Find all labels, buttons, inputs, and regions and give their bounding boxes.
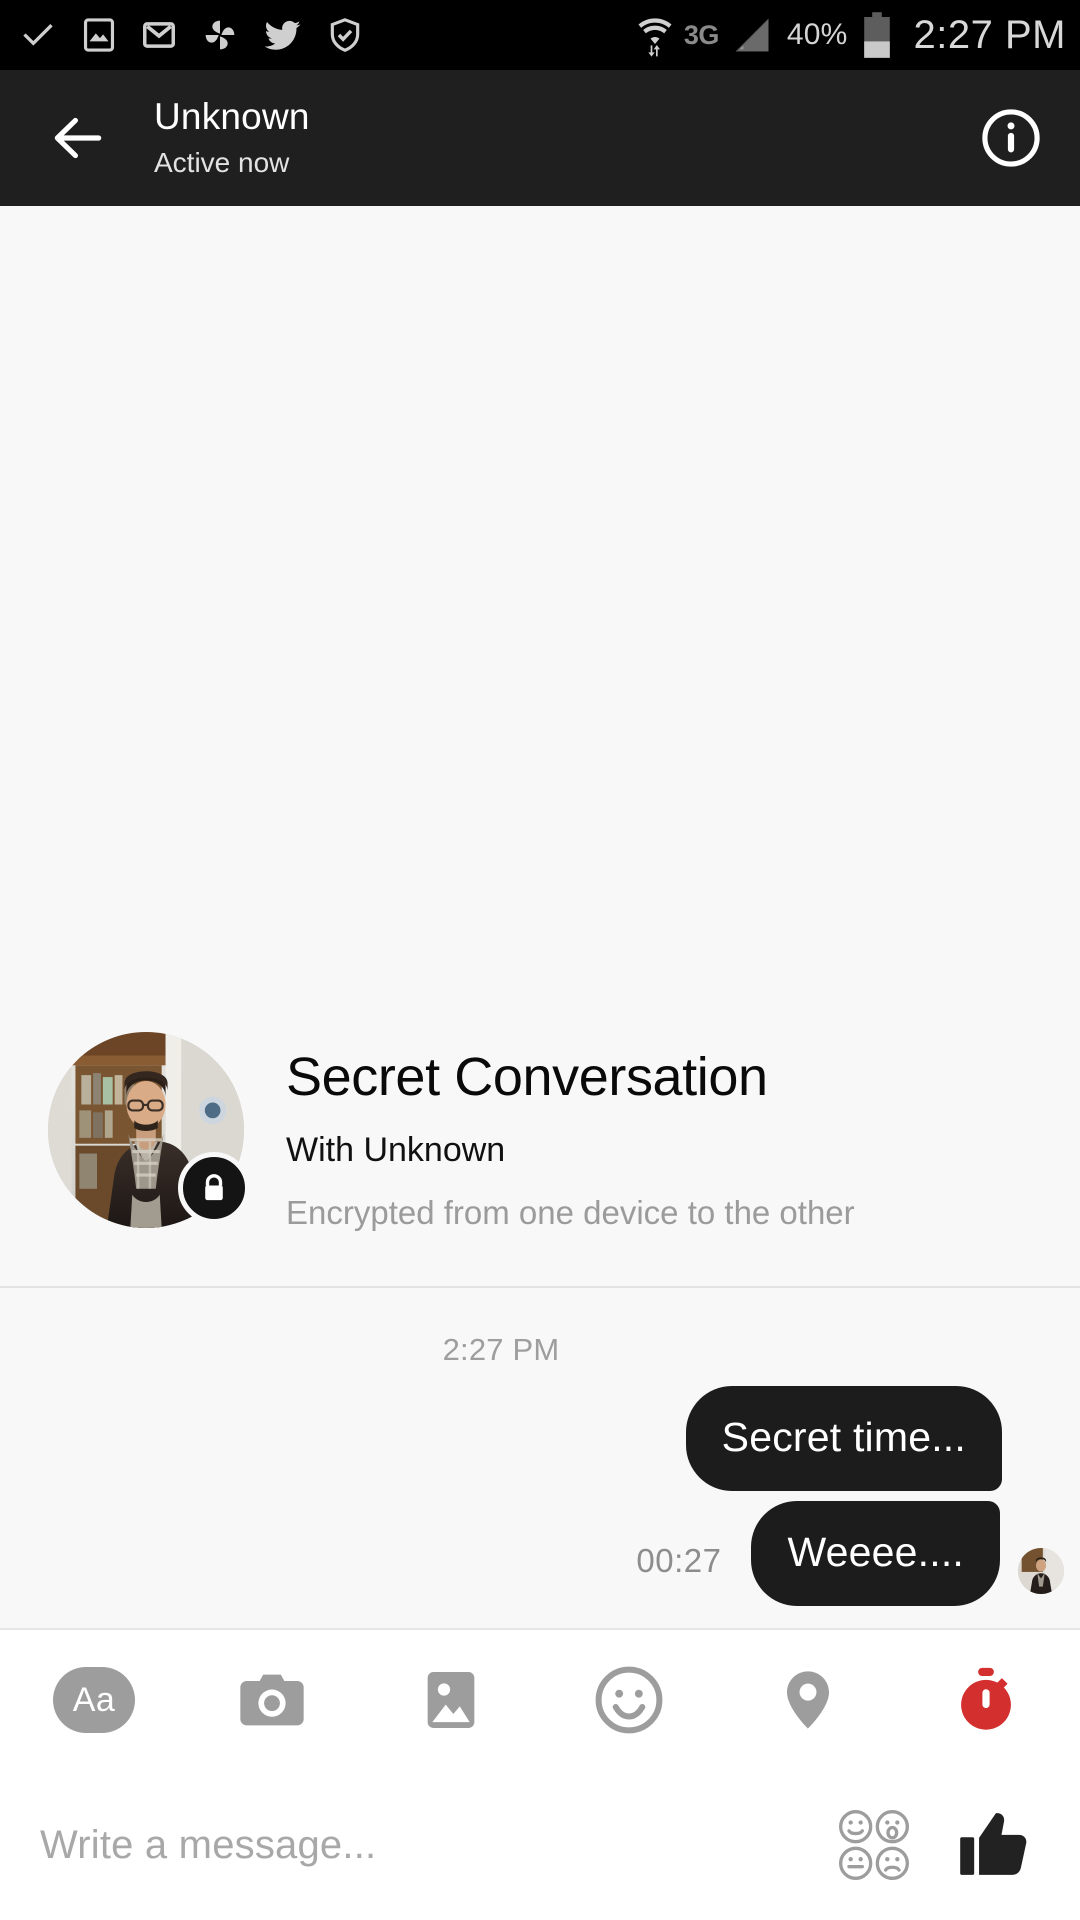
thread-top-spacer [0,206,1080,1026]
composer-input-row: Write a message... [0,1770,1080,1920]
message-row: 00:27 Weeee.... [0,1500,1080,1606]
battery-percent-label: 40% [786,18,848,51]
message-input[interactable]: Write a message... [40,1823,828,1868]
twitter-icon [264,20,301,50]
intro-title: Secret Conversation [286,1046,768,1107]
disappear-countdown: 00:27 [636,1542,722,1579]
presence-status: Active now [154,147,290,179]
gmail-icon [143,22,175,48]
emoji-button[interactable] [581,1652,677,1748]
avatar-with-lock [48,1031,250,1228]
message-timestamp: 2:27 PM [442,1331,560,1367]
clock-label: 2:27 PM [913,13,1066,57]
wifi-icon [638,18,672,57]
stopwatch-icon [961,1667,1011,1730]
network-type-label: 3G [683,19,720,50]
message-bubble[interactable]: Weeee.... [751,1500,1000,1606]
conversation-thread[interactable]: Secret Conversation With Unknown Encrypt… [0,206,1080,1628]
message-bubble[interactable]: Secret time... [685,1385,1002,1491]
battery-icon [863,12,890,58]
messenger-secret-conversation-screen: 3G 40% 2:27 PM Unknown Active now Secret… [0,0,1080,1920]
status-bar-system-icons: 3G 40% 2:27 PM [635,11,1066,59]
status-bar: 3G 40% 2:27 PM [0,0,1080,70]
thumbs-up-icon [960,1813,1027,1875]
conversation-header: Unknown Active now [0,70,1080,206]
back-button[interactable] [40,100,116,176]
location-pin-icon [786,1671,829,1729]
composer-toolbar: Aa [0,1630,1080,1770]
back-arrow-icon [54,117,102,159]
image-icon [427,1672,475,1728]
intro-text-block: Secret Conversation With Unknown Encrypt… [286,1026,1040,1234]
message-list: 2:27 PM Secret time... 00:27 Weeee.... [0,1287,1080,1628]
aa-icon: Aa [53,1667,135,1733]
page-title: Unknown [154,95,310,137]
check-icon [23,24,53,46]
status-bar-notification-icons [18,14,364,56]
signal-icon [735,18,769,52]
sticker-button[interactable] [828,1799,920,1891]
gallery-button[interactable] [403,1652,499,1748]
location-button[interactable] [760,1652,856,1748]
header-title-block[interactable]: Unknown Active now [154,96,976,180]
lock-icon [205,1174,223,1201]
camera-icon [240,1674,305,1726]
sticker-grid-icon [839,1810,909,1880]
info-icon [982,109,1040,167]
composer: Aa Write a message... [0,1628,1080,1920]
photos-pinwheel-icon [205,20,235,50]
avatar-photo-small [1018,1548,1064,1594]
lock-badge [178,1151,250,1224]
screenshot-icon [83,18,115,52]
intro-description: Encrypted from one device to the other [286,1193,855,1231]
shield-check-icon [330,18,360,52]
message-sender-avatar [1018,1548,1064,1594]
secret-conversation-intro: Secret Conversation With Unknown Encrypt… [0,1026,1080,1234]
disappearing-timer-button[interactable] [938,1652,1034,1748]
info-button[interactable] [976,103,1046,173]
like-button[interactable] [948,1799,1040,1891]
text-format-button[interactable]: Aa [46,1652,142,1748]
camera-button[interactable] [224,1652,320,1748]
smiley-icon [595,1666,663,1734]
intro-participant: With Unknown [286,1131,506,1170]
message-row: Secret time... [0,1385,1080,1491]
